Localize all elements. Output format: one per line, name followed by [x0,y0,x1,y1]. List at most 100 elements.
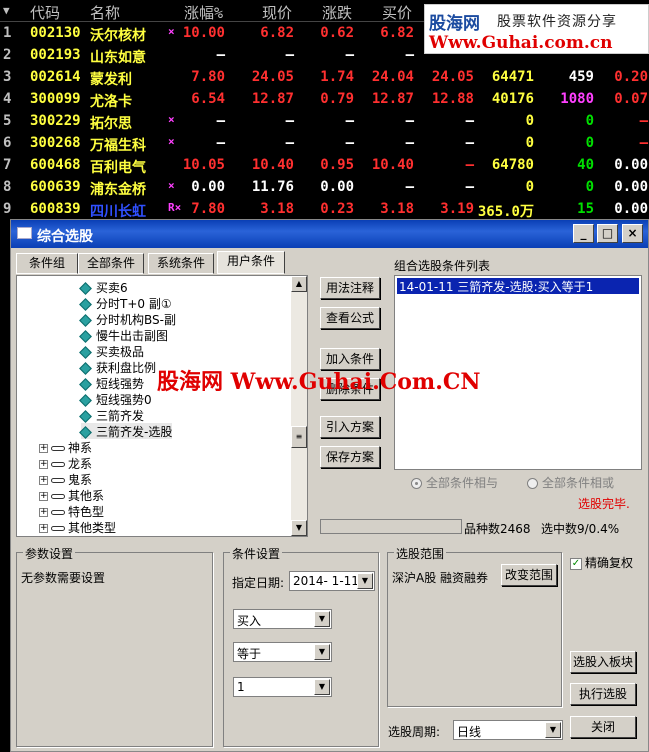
import-scheme-button[interactable]: 引入方案 [320,416,380,438]
cell-name: 尤洛卡 [90,94,132,110]
formula-icon [79,378,92,391]
period-label: 选股周期: [388,725,441,739]
scroll-down-icon[interactable]: ▼ [291,520,307,536]
row-index: 8 [3,179,12,195]
value-select[interactable]: 1 ▼ [233,677,332,697]
status-text: 选股完毕. [578,497,630,511]
table-row[interactable]: 3 002614 蒙发利 7.80 24.05 1.74 24.04 24.05 64471 45… [0,67,649,89]
minimize-button[interactable]: _ [573,224,594,243]
tree-group[interactable]: + 神系 [39,439,92,455]
save-scheme-button[interactable]: 保存方案 [320,446,380,468]
radio-or[interactable]: 全部条件相或 [527,474,614,491]
cell-pct: – [216,135,225,151]
cell-price: – [285,135,294,151]
cell-volume: 0 [525,113,534,129]
tree-leaf[interactable]: 三箭齐发-选股 [79,423,173,439]
change-range-button[interactable]: 改变范围 [501,564,557,586]
tree-scrollbar[interactable]: ▲ ≡ ▼ [291,276,307,536]
usage-notes-button[interactable]: 用法注释 [320,277,380,299]
formula-tree[interactable]: 买卖6 分时T+0 副① 分时机构BS-副 慢牛出击副图 买卖极品 获利盘比例 短线强势 短线… [16,275,308,537]
tree-group[interactable]: + 其他类型 [39,519,116,535]
header-bid[interactable]: 买价 [382,2,412,23]
tree-leaf[interactable]: 三箭齐发 [79,407,144,423]
expand-icon[interactable]: + [39,444,48,453]
cell-code: 002130 [30,25,81,41]
key-icon [51,526,65,531]
header-pct[interactable]: 涨幅% [184,2,223,23]
tree-group[interactable]: + 其他系 [39,487,104,503]
title-bar[interactable]: 综合选股 _ □ × [11,220,648,248]
cell-pct: 10.05 [182,157,225,173]
tree-leaf[interactable]: 分时T+0 副① [79,295,172,311]
tab-condition-group[interactable]: 条件组 [16,253,78,274]
tab-system-conditions[interactable]: 系统条件 [148,253,214,274]
table-row[interactable]: 9 600839 四川长虹 R× 7.80 3.18 0.23 3.18 3.19 365.0万 1… [0,199,649,221]
tree-group[interactable]: + 特色型 [39,503,104,519]
exact-checkbox[interactable]: ✓ 精确复权 [570,554,633,571]
add-to-block-button[interactable]: 选股入板块 [570,651,636,673]
table-row[interactable]: 8 600639 浦东金桥 × 0.00 11.76 0.00 – – 0 0 0.00 [0,177,649,199]
watermark: 股海网 Www.Guhai.Com.CN [157,369,481,395]
execute-button[interactable]: 执行选股 [570,683,636,705]
cell-bid: 10.40 [371,157,414,173]
table-row[interactable]: 7 600468 百利电气 10.05 10.40 0.95 10.40 – 64780 40 0.… [0,155,649,177]
maximize-button[interactable]: □ [597,224,618,243]
table-row[interactable]: 5 300229 拓尔思 × – – – – – 0 0 – [0,111,649,133]
header-name[interactable]: 名称 [90,2,120,23]
operator-select[interactable]: 等于 ▼ [233,642,332,662]
logo-title: 股海网 [429,14,480,34]
tree-leaf[interactable]: 短线强势0 [79,391,152,407]
cell-mark: × [168,179,175,192]
chevron-down-icon[interactable]: ▼ [545,722,561,738]
cell-extra: – [639,113,648,129]
expand-icon[interactable]: + [39,524,48,533]
formula-icon [79,282,92,295]
scroll-thumb[interactable]: ≡ [291,426,307,448]
radio-and-icon[interactable] [411,478,422,489]
expand-icon[interactable]: + [39,508,48,517]
cell-change: 0.00 [320,179,354,195]
expand-icon[interactable]: + [39,460,48,469]
tree-leaf[interactable]: 慢牛出击副图 [79,327,168,343]
expand-icon[interactable]: + [39,492,48,501]
chevron-down-icon[interactable]: ▼ [357,573,373,589]
header-dropdown-icon[interactable]: ▼ [3,4,10,17]
tree-leaf[interactable]: 分时机构BS-副 [79,311,176,327]
tree-leaf[interactable]: 买卖极品 [79,343,144,359]
radio-or-icon[interactable] [527,478,538,489]
tree-group[interactable]: + 龙系 [39,455,92,471]
radio-and[interactable]: 全部条件相与 [411,474,498,491]
expand-icon[interactable]: + [39,476,48,485]
close-window-button[interactable]: × [622,224,643,243]
table-row[interactable]: 6 300268 万福生科 × – – – – – 0 0 – [0,133,649,155]
date-picker[interactable]: 2014- 1-11 ▼ [289,571,375,591]
view-formula-button[interactable]: 查看公式 [320,307,380,329]
condition-list-item[interactable]: 14-01-11 三箭齐发-选股:买入等于1 [397,278,639,294]
chevron-down-icon[interactable]: ▼ [314,679,330,695]
checkbox-check-icon[interactable]: ✓ [570,557,582,570]
tree-group-label: 其他类型 [68,521,117,535]
period-select[interactable]: 日线 ▼ [453,720,563,740]
cell-volume: 64780 [491,157,534,173]
scroll-up-icon[interactable]: ▲ [291,276,307,292]
chevron-down-icon[interactable]: ▼ [314,644,330,660]
tab-user-conditions[interactable]: 用户条件 [217,251,285,274]
tree-leaf[interactable]: 获利盘比例 [79,359,156,375]
close-button[interactable]: 关闭 [570,716,636,738]
tree-group[interactable]: + 鬼系 [39,471,92,487]
tree-leaf[interactable]: 买卖6 [79,279,128,295]
cell-bid: 3.18 [380,201,414,217]
cell-code: 600839 [30,201,81,217]
header-price[interactable]: 现价 [262,2,292,23]
cell-name: 四川长虹 [90,204,146,220]
tab-all-conditions[interactable]: 全部条件 [78,253,144,274]
tree-leaf[interactable]: 短线强势 [79,375,144,391]
header-change[interactable]: 涨跌 [322,2,352,23]
row-index: 4 [3,91,12,107]
cell-change: – [345,113,354,129]
table-row[interactable]: 4 300099 尤洛卡 6.54 12.87 0.79 12.87 12.88 40176 10… [0,89,649,111]
header-code[interactable]: 代码 [30,2,60,23]
chevron-down-icon[interactable]: ▼ [314,611,330,627]
cell-name: 浦东金桥 [90,182,146,198]
operand-select[interactable]: 买入 ▼ [233,609,332,629]
